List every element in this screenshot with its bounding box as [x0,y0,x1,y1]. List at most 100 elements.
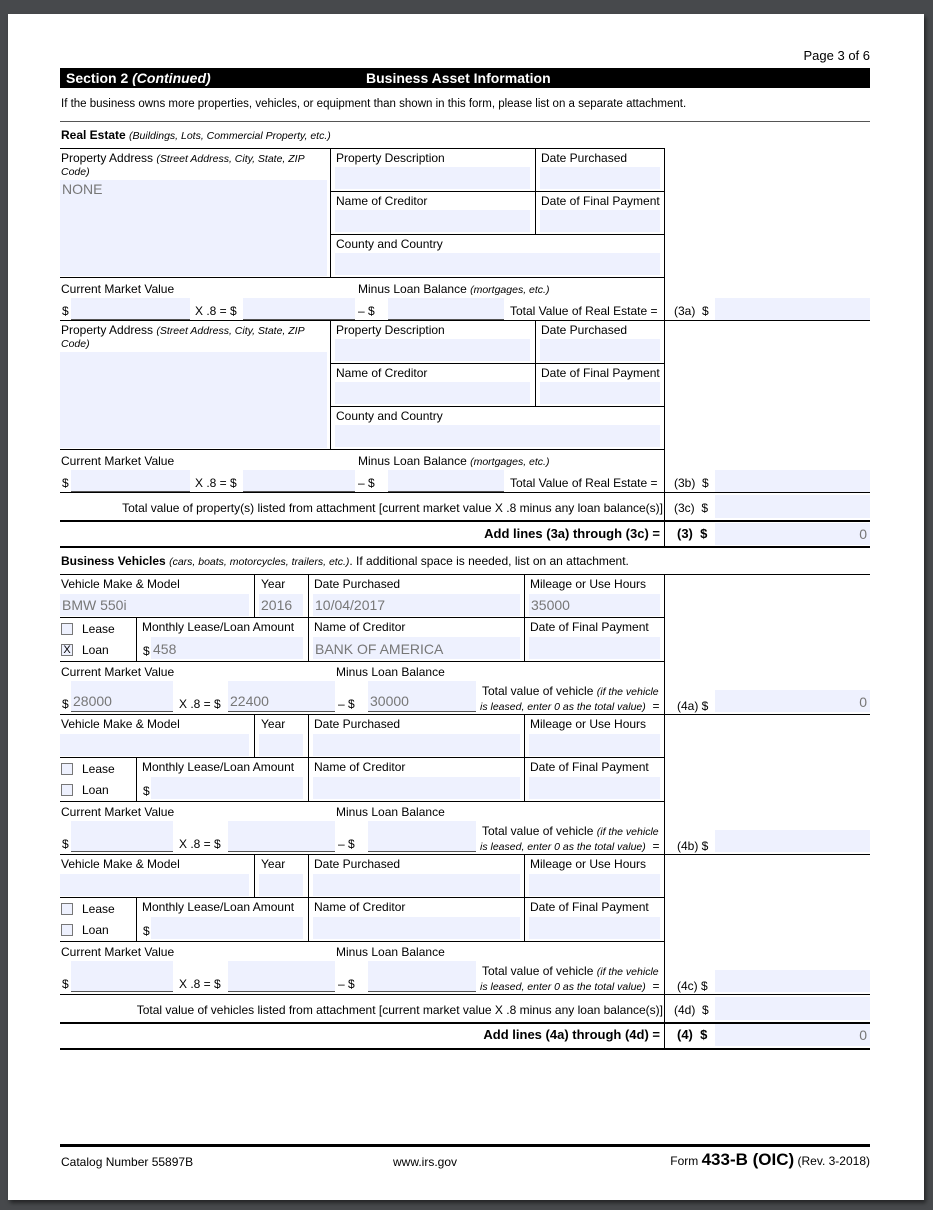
form-revision: (Rev. 3-2018) [797,1154,870,1168]
county-field[interactable] [335,253,660,275]
lease-label: Lease [82,902,115,916]
divider [60,757,664,758]
vehicle-total-field[interactable] [715,970,870,992]
final-payment-field[interactable] [540,382,660,404]
date-purchased-field[interactable] [540,339,660,361]
times-value-field[interactable] [228,961,335,992]
make-field[interactable] [60,734,249,756]
cmv-field[interactable]: 28000 [71,681,173,712]
loan-balance-field[interactable]: 30000 [368,681,476,712]
final-payment-label: Date of Final Payment [541,366,660,380]
line-3-total-field[interactable]: 0 [715,523,870,545]
mileage-field[interactable] [529,874,660,896]
year-field[interactable] [259,734,303,756]
loan-label: Loan [82,643,109,657]
vehicle-total-field[interactable] [715,830,870,852]
lease-label: Lease [82,762,115,776]
make-label: Vehicle Make & Model [61,577,180,591]
mileage-field[interactable] [529,734,660,756]
date-purchased-field[interactable] [540,167,660,189]
date-purchased-field[interactable]: 10/04/2017 [313,594,520,616]
date-purchased-field[interactable] [313,874,520,896]
final-payment-field[interactable] [540,210,660,232]
times-value-field[interactable] [228,821,335,852]
loan-balance-field[interactable] [388,470,504,492]
year-label: Year [261,857,286,871]
column-divider [664,320,665,492]
make-field[interactable]: BMW 550i [60,594,249,616]
monthly-amount-field[interactable] [151,917,303,939]
property-description-field[interactable] [335,167,530,189]
dollar-sign: $ [143,924,150,938]
times-value-field[interactable] [243,470,355,492]
loan-checkbox[interactable] [61,924,73,936]
loan-balance-field[interactable] [368,961,476,992]
line-4d-field[interactable] [715,997,870,1020]
column-divider [254,714,255,757]
creditor-field[interactable] [313,777,520,799]
make-field[interactable] [60,874,249,896]
total-re-field[interactable] [715,298,870,320]
final-payment-label: Date of Final Payment [541,194,660,208]
property-address-label: Property Address (Street Address, City, … [61,151,305,166]
creditor-field[interactable] [335,382,530,404]
dollar-sign: $ [62,697,69,711]
column-divider [664,995,665,1050]
lease-checkbox[interactable] [61,903,73,915]
county-field[interactable] [335,425,660,447]
line-3c-field[interactable] [715,495,870,518]
final-payment-field[interactable] [529,637,660,659]
final-payment-field[interactable] [529,917,660,939]
loan-balance-field[interactable] [388,298,504,320]
loan-checkbox[interactable] [61,784,73,796]
section-header: Section 2 (Continued) Business Asset Inf… [60,68,870,88]
date-purchased-field[interactable] [313,734,520,756]
cmv-field[interactable] [71,470,190,492]
times-value-field[interactable]: 22400 [228,681,335,712]
column-divider [664,714,665,854]
property-address-field[interactable] [60,352,327,448]
website-link[interactable]: www.irs.gov [393,1155,457,1169]
column-divider [136,617,137,661]
loan-checkbox[interactable]: X [61,644,73,656]
creditor-field[interactable]: BANK OF AMERICA [313,637,520,659]
line-4-total-field[interactable]: 0 [715,1024,870,1046]
monthly-amount-field[interactable]: 458 [151,637,303,659]
divider [60,520,870,522]
column-divider [330,148,331,277]
line-4d-number: (4d) [674,1003,696,1017]
cmv-field[interactable] [71,821,173,852]
lease-checkbox[interactable] [61,763,73,775]
minus-label: – $ [338,977,355,991]
times-label: X .8 = $ [179,977,221,991]
loan-balance-field[interactable] [368,821,476,852]
creditor-field[interactable] [335,210,530,232]
property-description-field[interactable] [335,339,530,361]
label-note: (if the vehicle [596,966,659,978]
minus-label: – $ [358,476,375,490]
property-address-field[interactable]: NONE [60,180,327,276]
line-3-id: (3) [677,526,693,541]
year-field[interactable] [259,874,303,896]
label-note: (Street Address, City, State, ZIP [156,325,305,337]
final-payment-field[interactable] [529,777,660,799]
vehicle-total-field[interactable]: 0 [715,690,870,712]
county-label: County and Country [336,237,443,251]
line-4-number: (4) $ [677,1027,708,1042]
cmv-field[interactable] [71,298,190,320]
intro-text: If the business owns more properties, ve… [61,98,687,110]
year-field[interactable]: 2016 [259,594,303,616]
vehicle-total-label: Total value of vehicle (if the vehicle [482,964,659,979]
creditor-field[interactable] [313,917,520,939]
cmv-field[interactable] [71,961,173,992]
monthly-amount-field[interactable] [151,777,303,799]
times-value-field[interactable] [243,298,355,320]
label-note: is leased, enter 0 as the total value) [480,981,646,993]
lease-checkbox[interactable] [61,623,73,635]
minus-label: – $ [338,697,355,711]
mileage-field[interactable]: 35000 [529,594,660,616]
total-re-field[interactable] [715,470,870,492]
label-note: is leased, enter 0 as the total value) [480,701,646,713]
label-text: Total value of vehicle [482,964,594,978]
date-purchased-label: Date Purchased [314,857,401,871]
